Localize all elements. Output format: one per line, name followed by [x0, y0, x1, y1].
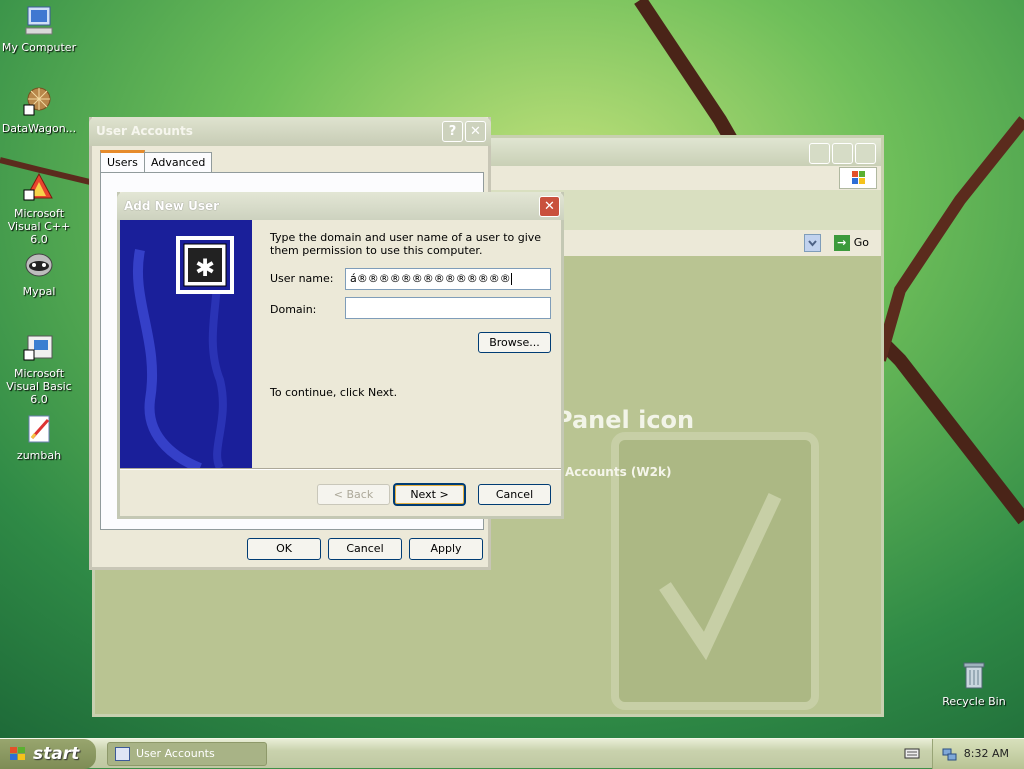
- network-icon[interactable]: [942, 746, 958, 762]
- windows-logo-icon: [839, 167, 877, 189]
- desktop-icon-label: DataWagon...: [1, 122, 77, 135]
- continue-instruction: To continue, click Next.: [270, 386, 398, 399]
- desktop-icon-label: Microsoft Visual C++ 6.0: [7, 207, 71, 246]
- cancel-button[interactable]: Cancel: [328, 538, 402, 560]
- text-caret: [510, 273, 512, 285]
- browse-button[interactable]: Browse...: [478, 332, 551, 353]
- tab-users[interactable]: Users: [100, 150, 145, 173]
- tab-advanced[interactable]: Advanced: [144, 152, 213, 173]
- wizard-banner: ✱: [120, 220, 252, 468]
- dialog-titlebar[interactable]: User Accounts ? ✕: [89, 117, 491, 146]
- mypal-icon: [25, 253, 53, 277]
- keyboard-icon[interactable]: [904, 746, 920, 760]
- visual-basic-icon: [23, 335, 53, 361]
- desktop-icon-visual-basic[interactable]: Microsoft Visual Basic 6.0: [0, 330, 78, 406]
- help-button[interactable]: ?: [442, 121, 463, 142]
- panel-subheading: Accounts (W2k): [565, 465, 672, 479]
- maximize-button[interactable]: [832, 143, 853, 164]
- add-new-user-dialog[interactable]: Add New User ✕ ✱ Type the domain and use…: [117, 192, 564, 519]
- windows-flag-icon: [10, 747, 25, 760]
- close-button[interactable]: [855, 143, 876, 164]
- cancel-button[interactable]: Cancel: [478, 484, 551, 505]
- svg-text:✱: ✱: [195, 254, 215, 282]
- desktop-icon-label: My Computer: [1, 41, 77, 54]
- user-name-label: User name:: [270, 272, 334, 285]
- dialog-titlebar[interactable]: Add New User ✕: [117, 192, 564, 220]
- desktop-icon-visual-cpp[interactable]: Microsoft Visual C++ 6.0: [0, 170, 78, 246]
- next-button[interactable]: Next >: [394, 484, 465, 505]
- desktop-icon-label: Mypal: [22, 285, 56, 298]
- recycle-bin-icon: [963, 662, 985, 689]
- close-button[interactable]: ✕: [465, 121, 486, 142]
- ok-button[interactable]: OK: [247, 538, 321, 560]
- panel-heading: Panel icon: [555, 406, 695, 434]
- wizard-banner-art: ✱: [132, 236, 234, 468]
- domain-input[interactable]: [345, 297, 551, 319]
- address-dropdown-button[interactable]: [804, 234, 821, 252]
- desktop-icon-label: Microsoft Visual Basic 6.0: [6, 367, 72, 406]
- window-icon: [115, 747, 130, 761]
- apply-button[interactable]: Apply: [409, 538, 483, 560]
- desktop-icon-label: Recycle Bin: [942, 695, 1006, 708]
- desktop-icon-zumbah[interactable]: zumbah: [0, 412, 78, 462]
- system-tray: 8:32 AM: [932, 739, 1024, 769]
- minimize-button[interactable]: [809, 143, 830, 164]
- desktop-icon-label: zumbah: [16, 449, 62, 462]
- desktop-icon-mypal[interactable]: Mypal: [0, 248, 78, 298]
- wizard-description: Type the domain and user name of a user …: [270, 231, 542, 257]
- domain-label: Domain:: [270, 303, 317, 316]
- datawagon-icon: [23, 87, 51, 116]
- user-name-value: á®®®®®®®®®®®®®®: [350, 272, 511, 285]
- desktop-icon-recycle-bin[interactable]: Recycle Bin: [935, 658, 1013, 708]
- go-button[interactable]: → Go: [833, 234, 869, 252]
- visual-cpp-icon: [23, 172, 53, 201]
- user-name-input[interactable]: á®®®®®®®®®®®®®®: [345, 268, 551, 290]
- taskbar: start User Accounts 8:32 AM: [0, 738, 1024, 769]
- back-button[interactable]: < Back: [317, 484, 390, 505]
- start-label: start: [33, 744, 80, 764]
- start-button[interactable]: start: [0, 739, 96, 769]
- desktop-icon-datawagon[interactable]: DataWagon...: [0, 85, 78, 135]
- dialog-title: Add New User: [124, 199, 220, 213]
- close-button[interactable]: ✕: [539, 196, 560, 217]
- desktop-icon-my-computer[interactable]: My Computer: [0, 4, 78, 54]
- taskbar-button-label: User Accounts: [136, 747, 215, 760]
- divider: [120, 468, 561, 470]
- clock[interactable]: 8:32 AM: [964, 747, 1009, 760]
- dialog-title: User Accounts: [96, 124, 193, 138]
- zumbah-icon: [28, 415, 50, 443]
- go-arrow-icon: →: [833, 235, 850, 251]
- chevron-down-icon: [808, 240, 817, 247]
- taskbar-button-user-accounts[interactable]: User Accounts: [107, 742, 267, 766]
- my-computer-icon: [25, 6, 53, 35]
